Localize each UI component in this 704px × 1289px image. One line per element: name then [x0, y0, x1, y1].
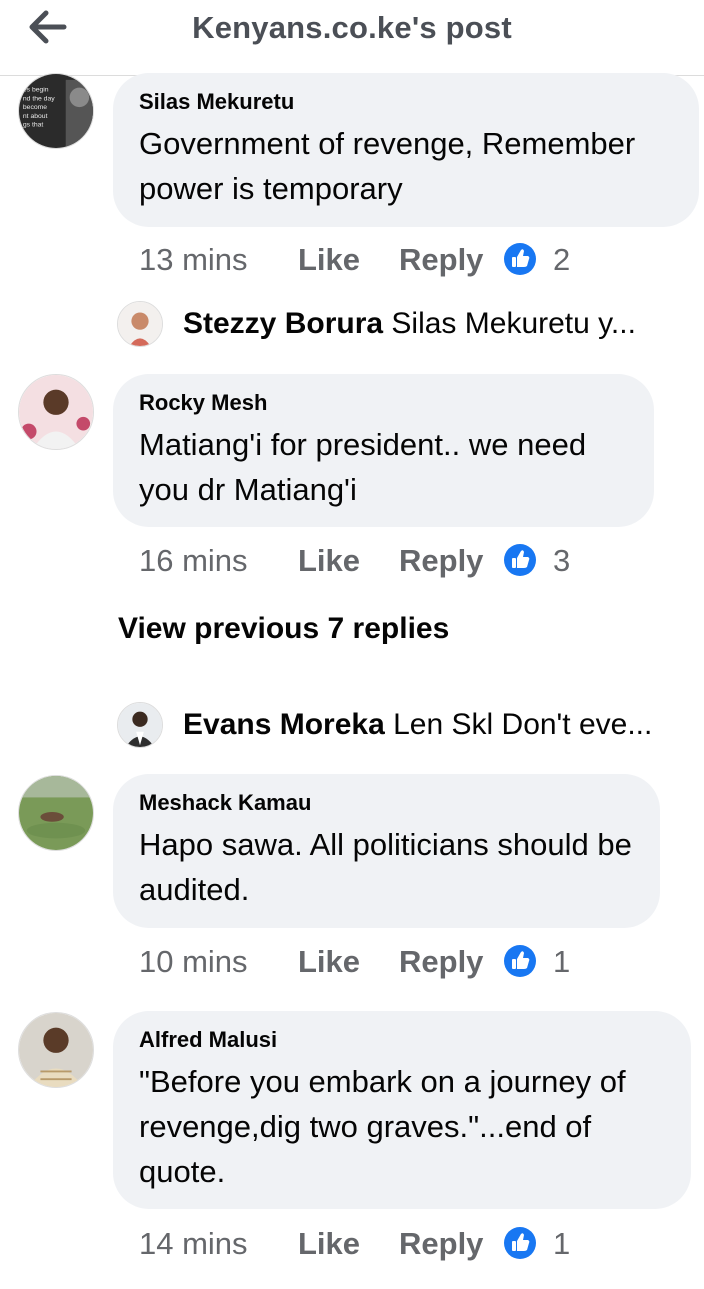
like-thumb-icon[interactable]	[503, 944, 537, 978]
like-thumb-icon[interactable]	[503, 1226, 537, 1260]
reply-button[interactable]: Reply	[399, 242, 483, 278]
like-thumb-icon[interactable]	[503, 543, 537, 577]
avatar-caption-line: nt about	[23, 113, 48, 120]
comment-time[interactable]: 14 mins	[139, 1226, 248, 1262]
avatar-caption-line: become	[23, 104, 47, 111]
comment-time[interactable]: 10 mins	[139, 944, 248, 980]
comment-bubble[interactable]: Alfred Malusi "Before you embark on a jo…	[113, 1011, 691, 1209]
reply-text: Silas Mekuretu y...	[391, 307, 636, 340]
reaction-count: 1	[553, 944, 571, 979]
avatar[interactable]	[18, 374, 94, 450]
reaction-count: 1	[553, 1226, 571, 1261]
comment-text: "Before you embark on a journey of reven…	[139, 1064, 626, 1189]
comment-text: Hapo sawa. All politicians should be aud…	[139, 827, 632, 907]
reply-button[interactable]: Reply	[399, 543, 483, 579]
like-thumb-icon[interactable]	[503, 242, 537, 276]
reply-button[interactable]: Reply	[399, 944, 483, 980]
reply-author: Stezzy Borura	[183, 307, 384, 340]
avatar[interactable]	[117, 702, 163, 748]
reaction-count: 3	[553, 543, 571, 578]
reply-button[interactable]: Reply	[399, 1226, 483, 1262]
avatar-caption-line: gs that	[23, 122, 44, 129]
view-previous-replies-link[interactable]: View previous 7 replies	[118, 612, 449, 646]
like-button[interactable]: Like	[298, 1226, 360, 1262]
like-button[interactable]: Like	[298, 543, 360, 579]
avatar[interactable]	[117, 301, 163, 347]
reaction-count: 2	[553, 242, 571, 277]
avatar[interactable]	[18, 1012, 94, 1088]
reply-text: Len Skl Don't eve...	[393, 708, 653, 741]
comment-text: Matiang'i for president.. we need you dr…	[139, 427, 587, 507]
avatar-caption-line: nd the day	[23, 95, 55, 102]
comment-time[interactable]: 16 mins	[139, 543, 248, 579]
page-title: Kenyans.co.ke's post	[192, 10, 512, 45]
comment-author[interactable]: Rocky Mesh	[139, 390, 628, 416]
comment-text: Government of revenge, Remember power is…	[139, 126, 636, 206]
comment-bubble[interactable]: Rocky Mesh Matiang'i for president.. we …	[113, 374, 654, 527]
top-bar: Kenyans.co.ke's post	[0, 0, 704, 76]
avatar[interactable]	[18, 775, 94, 851]
comment-bubble[interactable]: Meshack Kamau Hapo sawa. All politicians…	[113, 774, 660, 928]
comment-bubble[interactable]: Silas Mekuretu Government of revenge, Re…	[113, 73, 699, 227]
avatar[interactable]: es begin nd the day become nt about gs t…	[18, 73, 94, 149]
reply-preview[interactable]: Stezzy Borura Silas Mekuretu y...	[183, 307, 636, 341]
avatar-caption-line: es begin	[23, 87, 49, 94]
reply-preview[interactable]: Evans Moreka Len Skl Don't eve...	[183, 708, 652, 742]
like-button[interactable]: Like	[298, 944, 360, 980]
comment-author[interactable]: Meshack Kamau	[139, 790, 634, 816]
like-button[interactable]: Like	[298, 242, 360, 278]
comment-author[interactable]: Alfred Malusi	[139, 1027, 665, 1053]
comment-time[interactable]: 13 mins	[139, 242, 248, 278]
reply-author: Evans Moreka	[183, 708, 385, 741]
comment-author[interactable]: Silas Mekuretu	[139, 89, 673, 115]
